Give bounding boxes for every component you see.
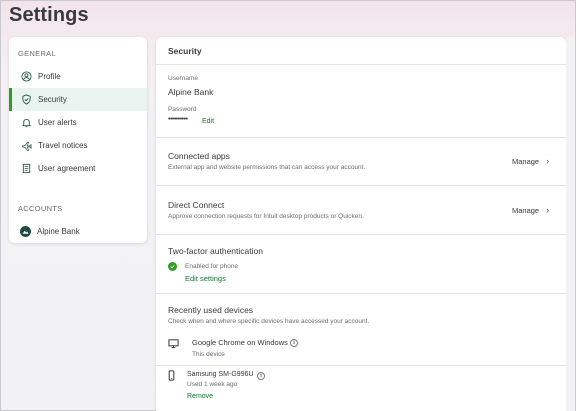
divider — [156, 293, 566, 294]
shield-icon — [20, 94, 32, 106]
direct-connect-title: Direct Connect — [168, 200, 225, 210]
sidebar-item-label: Security — [38, 95, 67, 104]
sidebar-item-user-agreement[interactable]: User agreement — [9, 157, 147, 180]
sidebar-item-label: Profile — [38, 72, 61, 81]
direct-connect-manage-button[interactable]: Manage › — [512, 205, 549, 215]
check-circle-icon — [168, 262, 177, 271]
password-value: •••••••••• — [168, 116, 188, 123]
chevron-right-icon: › — [546, 156, 550, 166]
manage-label: Manage — [512, 205, 540, 215]
divider — [156, 64, 566, 65]
connected-apps-manage-button[interactable]: Manage › — [512, 156, 549, 166]
airplane-icon — [20, 140, 32, 152]
divider — [156, 365, 566, 366]
device-status: This device — [192, 351, 225, 358]
profile-icon — [20, 71, 32, 83]
settings-sidebar: GENERAL Profile Security User alerts Tra… — [9, 37, 147, 243]
username-value: Alpine Bank — [168, 87, 214, 97]
password-label: Password — [168, 106, 197, 113]
connected-apps-title: Connected apps — [168, 151, 230, 161]
sidebar-item-label: User agreement — [38, 164, 96, 173]
document-icon — [20, 163, 32, 175]
page-title: Settings — [9, 4, 89, 26]
bank-avatar-icon — [20, 226, 31, 237]
recent-devices-description: Check when and where specific devices ha… — [168, 318, 370, 325]
sidebar-item-label: Alpine Bank — [37, 227, 80, 236]
info-icon[interactable]: i — [290, 339, 298, 347]
direct-connect-description: Approve connection requests for Intuit d… — [168, 213, 364, 220]
edit-settings-link[interactable]: Edit settings — [185, 274, 226, 283]
remove-device-link[interactable]: Remove — [187, 393, 213, 400]
desktop-icon — [168, 338, 179, 349]
sidebar-item-label: User alerts — [38, 118, 77, 127]
page-gutter — [566, 37, 575, 411]
sidebar-item-security[interactable]: Security — [9, 88, 147, 111]
sidebar-item-alpine-bank[interactable]: Alpine Bank — [9, 220, 147, 243]
two-factor-status: Enabled for phone — [185, 263, 239, 270]
device-name: Samsung SM-G996U — [187, 371, 254, 378]
username-label: Username — [168, 75, 198, 82]
security-panel: Security Username Alpine Bank Password •… — [156, 37, 566, 411]
divider — [156, 137, 566, 138]
sidebar-heading-general: GENERAL — [18, 49, 56, 58]
connected-apps-description: External app and website permissions tha… — [168, 164, 366, 171]
manage-label: Manage — [512, 156, 540, 166]
chevron-right-icon: › — [546, 205, 550, 215]
phone-icon — [166, 370, 177, 381]
bell-icon — [20, 117, 32, 129]
panel-title: Security — [168, 46, 202, 56]
two-factor-title: Two-factor authentication — [168, 246, 263, 256]
recent-devices-title: Recently used devices — [168, 305, 254, 315]
sidebar-item-label: Travel notices — [38, 141, 88, 150]
password-edit-link[interactable]: Edit — [202, 118, 214, 125]
divider — [156, 185, 566, 186]
device-status: Used 1 week ago — [187, 381, 238, 388]
sidebar-item-profile[interactable]: Profile — [9, 65, 147, 88]
info-icon[interactable]: i — [257, 372, 265, 380]
sidebar-heading-accounts: ACCOUNTS — [18, 204, 63, 213]
device-name: Google Chrome on Windows — [192, 338, 288, 347]
sidebar-item-user-alerts[interactable]: User alerts — [9, 111, 147, 134]
sidebar-item-travel-notices[interactable]: Travel notices — [9, 134, 147, 157]
divider — [156, 234, 566, 235]
